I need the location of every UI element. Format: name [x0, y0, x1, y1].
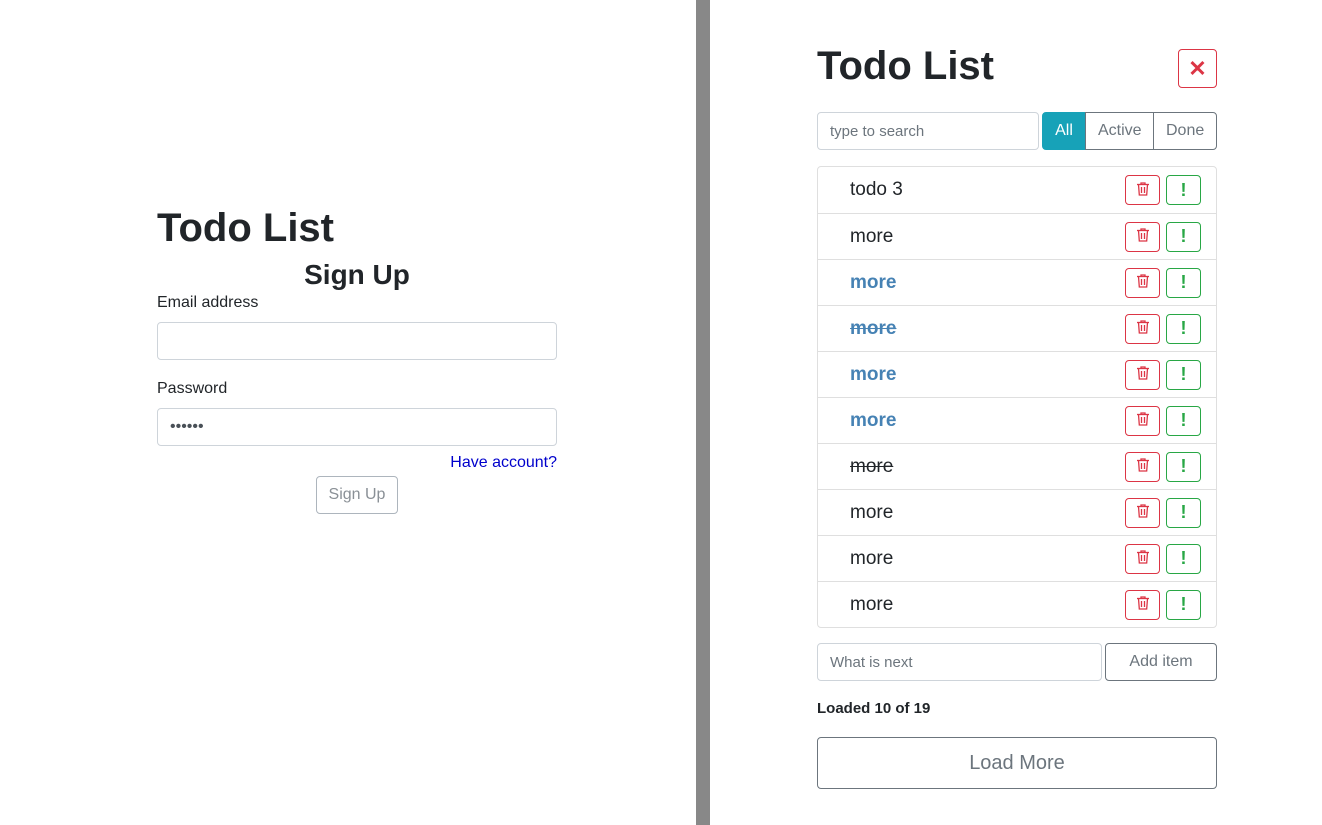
signup-form: Todo List Sign Up Email address Password…: [157, 205, 557, 514]
delete-item-button[interactable]: [1125, 543, 1160, 574]
delete-item-button[interactable]: [1125, 497, 1160, 528]
list-item: more!: [818, 535, 1216, 581]
delete-item-button[interactable]: [1125, 267, 1160, 298]
exclamation-icon: !: [1180, 318, 1187, 338]
trash-icon: [1136, 549, 1150, 568]
mark-important-button[interactable]: !: [1166, 589, 1201, 620]
list-item: todo 3!: [818, 167, 1216, 213]
trash-icon: [1136, 365, 1150, 384]
exclamation-icon: !: [1180, 226, 1187, 246]
email-label: Email address: [157, 294, 259, 311]
exclamation-icon: !: [1180, 548, 1187, 568]
exclamation-icon: !: [1180, 364, 1187, 384]
delete-item-button[interactable]: [1125, 405, 1160, 436]
mark-important-button[interactable]: !: [1166, 221, 1201, 252]
list-item: more!: [818, 581, 1216, 627]
filter-all-button[interactable]: All: [1042, 112, 1086, 150]
filter-done-button[interactable]: Done: [1153, 112, 1217, 150]
signup-button-wrap: Sign Up: [157, 476, 557, 514]
todo-item-label[interactable]: more: [850, 410, 896, 432]
trash-icon: [1136, 227, 1150, 246]
app-title: Todo List: [157, 206, 334, 250]
exclamation-icon: !: [1180, 456, 1187, 476]
signup-button[interactable]: Sign Up: [315, 476, 399, 514]
trash-icon: [1136, 595, 1150, 614]
todo-item-label[interactable]: more: [850, 226, 893, 248]
password-label: Password: [157, 380, 228, 397]
exclamation-icon: !: [1180, 502, 1187, 522]
delete-item-button[interactable]: [1125, 589, 1160, 620]
new-item-input[interactable]: [817, 643, 1102, 681]
add-item-button[interactable]: Add item: [1105, 643, 1217, 681]
close-icon: ✕: [1188, 55, 1207, 81]
mark-important-button[interactable]: !: [1166, 497, 1201, 528]
close-button[interactable]: ✕: [1178, 49, 1217, 88]
loaded-count: Loaded 10 of 19: [817, 700, 931, 717]
mark-important-button[interactable]: !: [1166, 543, 1201, 574]
filter-active-button[interactable]: Active: [1085, 112, 1154, 150]
exclamation-icon: !: [1180, 410, 1187, 430]
load-more-button[interactable]: Load More: [817, 737, 1217, 789]
list-item: more!: [818, 443, 1216, 489]
list-item: more!: [818, 489, 1216, 535]
todo-item-label[interactable]: more: [850, 594, 893, 616]
form-title: Sign Up: [304, 259, 410, 290]
todo-item-label[interactable]: more: [850, 548, 893, 570]
todo-pane: Todo List ✕ All Active Done todo 3!more!…: [710, 0, 1322, 825]
trash-icon: [1136, 319, 1150, 338]
list-item: more!: [818, 305, 1216, 351]
mark-important-button[interactable]: !: [1166, 359, 1201, 390]
exclamation-icon: !: [1180, 272, 1187, 292]
delete-item-button[interactable]: [1125, 175, 1160, 205]
todo-item-label[interactable]: more: [850, 272, 896, 294]
mark-important-button[interactable]: !: [1166, 175, 1201, 205]
exclamation-icon: !: [1180, 179, 1187, 200]
todo-item-label[interactable]: todo 3: [850, 179, 903, 201]
todo-item-label[interactable]: more: [850, 502, 893, 524]
list-item: more!: [818, 397, 1216, 443]
password-field[interactable]: [157, 408, 557, 446]
mark-important-button[interactable]: !: [1166, 405, 1201, 436]
todo-item-label[interactable]: more: [850, 318, 896, 340]
page-title: Todo List: [817, 44, 994, 88]
delete-item-button[interactable]: [1125, 451, 1160, 482]
filter-group: All Active Done: [1042, 112, 1217, 150]
list-item: more!: [818, 259, 1216, 305]
mark-important-button[interactable]: !: [1166, 451, 1201, 482]
trash-icon: [1136, 181, 1150, 200]
signup-pane: Todo List Sign Up Email address Password…: [0, 0, 696, 825]
todo-item-label[interactable]: more: [850, 456, 893, 478]
trash-icon: [1136, 503, 1150, 522]
list-item: more!: [818, 213, 1216, 259]
list-item: more!: [818, 351, 1216, 397]
delete-item-button[interactable]: [1125, 313, 1160, 344]
delete-item-button[interactable]: [1125, 221, 1160, 252]
todo-list: todo 3! more! more! more! more! more! more! mor…: [817, 166, 1217, 628]
email-field[interactable]: [157, 322, 557, 360]
exclamation-icon: !: [1180, 594, 1187, 614]
trash-icon: [1136, 457, 1150, 476]
trash-icon: [1136, 411, 1150, 430]
pane-divider[interactable]: [696, 0, 710, 825]
delete-item-button[interactable]: [1125, 359, 1160, 390]
todo-item-label[interactable]: more: [850, 364, 896, 386]
trash-icon: [1136, 273, 1150, 292]
search-input[interactable]: [817, 112, 1039, 150]
mark-important-button[interactable]: !: [1166, 267, 1201, 298]
mark-important-button[interactable]: !: [1166, 313, 1201, 344]
have-account-link[interactable]: Have account?: [157, 454, 557, 472]
